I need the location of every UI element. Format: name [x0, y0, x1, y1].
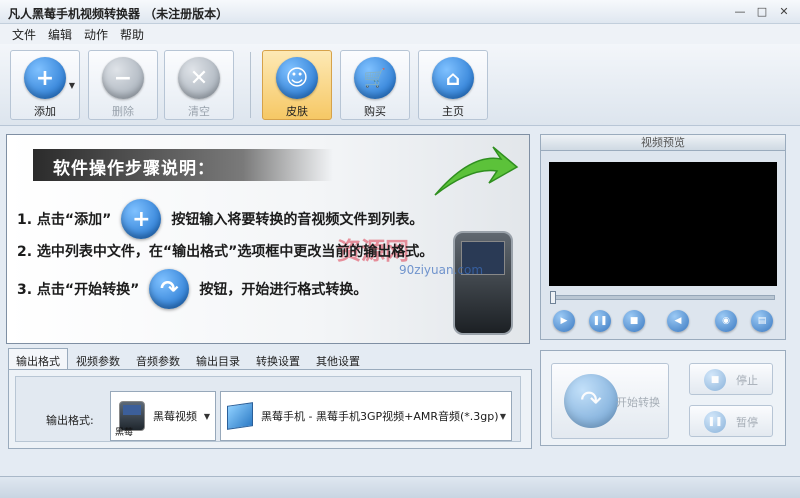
format-cube-icon — [227, 402, 253, 430]
plus-icon: + — [24, 57, 66, 99]
close-button[interactable]: ✕ — [774, 3, 794, 20]
pause-label: 暂停 — [736, 416, 758, 429]
step3-text-end: 按钮，开始进行格式转换。 — [199, 282, 368, 298]
home-button[interactable]: ⌂ 主页 — [418, 50, 488, 120]
tab-output-dir[interactable]: 输出目录 — [188, 348, 248, 370]
seek-handle[interactable] — [550, 291, 556, 304]
settings-tabs: 输出格式 视频参数 音频参数 输出目录 转换设置 其他设置 — [8, 348, 368, 370]
home-label: 主页 — [442, 105, 464, 118]
green-arrow-icon — [434, 146, 519, 196]
seek-bar[interactable] — [550, 291, 775, 304]
tab-convert-settings[interactable]: 转换设置 — [248, 348, 308, 370]
menu-file[interactable]: 文件 — [6, 26, 42, 43]
pause-icon[interactable]: ❚❚ — [589, 310, 611, 332]
buy-label: 购买 — [364, 105, 386, 118]
instruction-heading: 软件操作步骤说明： — [33, 149, 333, 181]
device-caption: 黑莓 — [115, 428, 134, 438]
menu-bar: 文件 编辑 动作 帮助 — [0, 24, 800, 44]
window-title: 凡人黑莓手机视频转换器 （未注册版本） — [8, 7, 229, 21]
video-preview-panel: 视频预览 ▶ ❚❚ ■ ◀ ◉ ▤ — [540, 134, 786, 340]
instruction-step-2: 2. 选中列表中文件，在“输出格式”选项框中更改当前的输出格式。 — [17, 244, 434, 260]
toolbar: + 添加 ▼ − 删除 ✕ 清空 ☺ 皮肤 🛒 购买 ⌂ 主页 — [0, 44, 800, 126]
stop-icon[interactable]: ■ — [623, 310, 645, 332]
menu-edit[interactable]: 编辑 — [42, 26, 78, 43]
toolbar-separator — [250, 52, 251, 118]
watermark-url: 90ziyuan.com — [399, 263, 484, 277]
clear-label: 清空 — [188, 105, 210, 118]
output-format-panel: 输出格式: 黑莓视频 黑莓 ▼ 黑莓手机 - 黑莓手机3GP视频+AMR音频(*… — [8, 369, 532, 449]
output-format-group: 输出格式: 黑莓视频 黑莓 ▼ 黑莓手机 - 黑莓手机3GP视频+AMR音频(*… — [15, 376, 521, 442]
delete-label: 删除 — [112, 105, 134, 118]
preview-title: 视频预览 — [541, 135, 785, 151]
convert-arrow-icon: ↷ — [564, 374, 618, 428]
clear-x-icon: ✕ — [178, 57, 220, 99]
convert-panel: ↷ 开始转换 ■ 停止 ❚❚ 暂停 — [540, 350, 786, 446]
step1-text-end: 按钮输入将要转换的音视频文件到列表。 — [171, 212, 424, 228]
step3-text-start: 3. 点击“开始转换” — [17, 282, 140, 298]
dropdown-caret-icon[interactable]: ▼ — [69, 81, 75, 90]
clear-button[interactable]: ✕ 清空 — [164, 50, 234, 120]
pause-button[interactable]: ❚❚ 暂停 — [689, 405, 773, 437]
minus-icon: − — [102, 57, 144, 99]
cart-icon: 🛒 — [354, 57, 396, 99]
status-bar — [0, 476, 800, 498]
tab-output-format[interactable]: 输出格式 — [8, 348, 68, 370]
tab-audio-params[interactable]: 音频参数 — [128, 348, 188, 370]
add-button[interactable]: + 添加 ▼ — [10, 50, 80, 120]
start-convert-button[interactable]: ↷ 开始转换 — [551, 363, 669, 439]
step1-text-start: 1. 点击“添加” — [17, 212, 112, 228]
format-select[interactable]: 黑莓手机 - 黑莓手机3GP视频+AMR音频(*.3gp) ▼ — [220, 391, 512, 441]
delete-button[interactable]: − 删除 — [88, 50, 158, 120]
tab-video-params[interactable]: 视频参数 — [68, 348, 128, 370]
skin-button[interactable]: ☺ 皮肤 — [262, 50, 332, 120]
stop-button[interactable]: ■ 停止 — [689, 363, 773, 395]
format-select-value: 黑莓手机 - 黑莓手机3GP视频+AMR音频(*.3gp) — [261, 410, 499, 423]
folder-icon[interactable]: ▤ — [751, 310, 773, 332]
stop-icon: ■ — [704, 369, 726, 391]
volume-icon[interactable]: ◀ — [667, 310, 689, 332]
smiley-icon: ☺ — [276, 57, 318, 99]
instruction-step-3: 3. 点击“开始转换” ↷ 按钮，开始进行格式转换。 — [17, 269, 367, 309]
window-controls: — □ ✕ — [730, 3, 794, 20]
video-screen — [549, 162, 777, 286]
pause-icon: ❚❚ — [704, 411, 726, 433]
add-label: 添加 — [34, 105, 56, 118]
buy-button[interactable]: 🛒 购买 — [340, 50, 410, 120]
menu-help[interactable]: 帮助 — [114, 26, 150, 43]
instruction-step-1: 1. 点击“添加” + 按钮输入将要转换的音视频文件到列表。 — [17, 199, 423, 239]
device-select[interactable]: 黑莓视频 黑莓 ▼ — [110, 391, 216, 441]
skin-label: 皮肤 — [286, 105, 308, 118]
instruction-panel: 软件操作步骤说明： 资源网 90ziyuan.com 1. 点击“添加” + 按… — [6, 134, 530, 344]
chevron-down-icon[interactable]: ▼ — [500, 412, 506, 421]
start-convert-label: 开始转换 — [616, 396, 660, 409]
phone-image — [453, 231, 513, 335]
device-select-value: 黑莓视频 — [153, 410, 197, 423]
tab-other-settings[interactable]: 其他设置 — [308, 348, 368, 370]
convert-arrow-icon: ↷ — [149, 269, 190, 309]
add-plus-icon: + — [121, 199, 162, 239]
snapshot-icon[interactable]: ◉ — [715, 310, 737, 332]
minimize-button[interactable]: — — [730, 3, 750, 20]
play-icon[interactable]: ▶ — [553, 310, 575, 332]
title-bar: 凡人黑莓手机视频转换器 （未注册版本） — □ ✕ — [0, 0, 800, 24]
chevron-down-icon[interactable]: ▼ — [204, 412, 210, 421]
maximize-button[interactable]: □ — [752, 3, 772, 20]
output-format-label: 输出格式: — [46, 414, 94, 427]
home-icon: ⌂ — [432, 57, 474, 99]
stop-label: 停止 — [736, 374, 758, 387]
playback-controls: ▶ ❚❚ ■ ◀ ◉ ▤ — [551, 310, 779, 332]
menu-action[interactable]: 动作 — [78, 26, 114, 43]
